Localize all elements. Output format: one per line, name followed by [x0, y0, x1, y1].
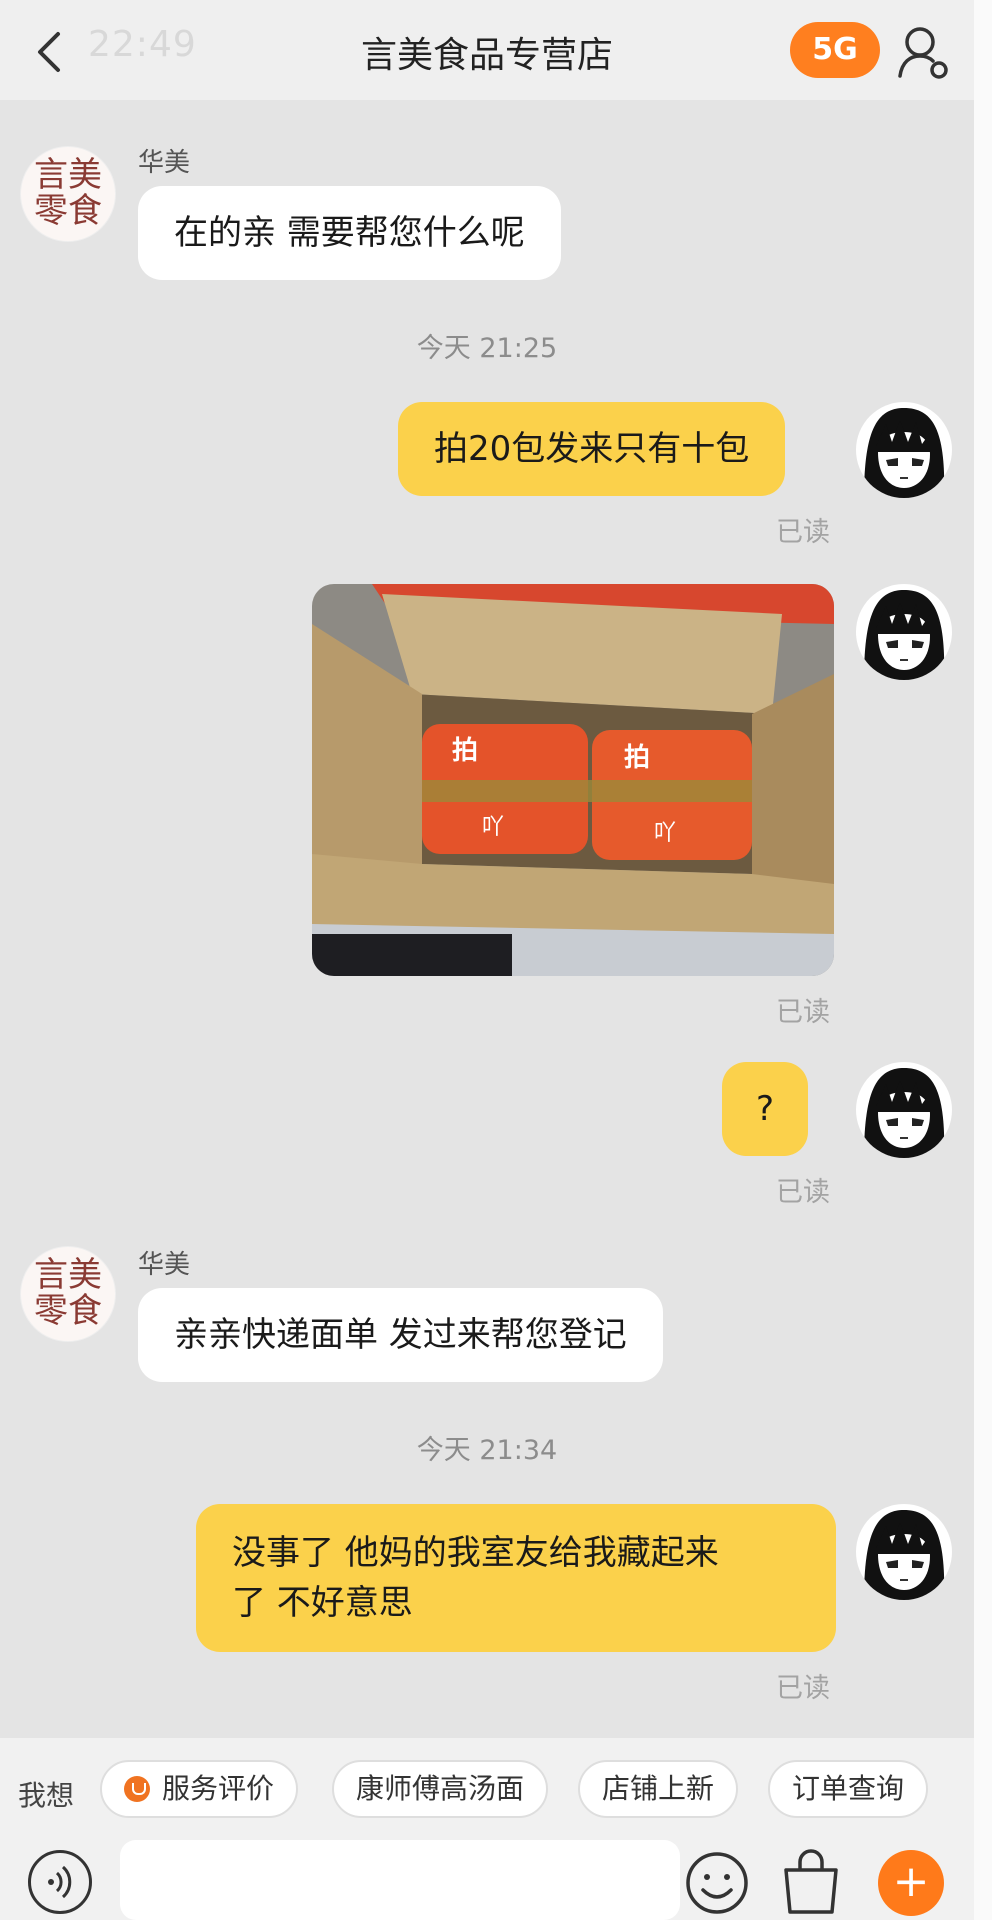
chip-label: 康师傅高汤面: [356, 1772, 525, 1805]
chip-label: 服务评价: [162, 1772, 275, 1805]
quick-reply-label: 我想: [18, 1779, 75, 1812]
read-status: 已读: [776, 997, 830, 1028]
package-photo-image: 拍 拍 吖 吖: [312, 584, 834, 976]
more-actions-button[interactable]: +: [878, 1850, 944, 1916]
message-input[interactable]: [120, 1840, 680, 1920]
quick-reply-order-query[interactable]: 订单查询: [768, 1760, 929, 1818]
message-bubble[interactable]: ?: [722, 1062, 809, 1156]
anime-avatar-icon: [864, 408, 945, 498]
shop-avatar-line2: 零食: [34, 1291, 102, 1331]
chip-label: 店铺上新: [602, 1772, 715, 1805]
shop-avatar-line1: 言美: [34, 1255, 102, 1295]
service-icon: [124, 1776, 150, 1802]
network-badge: 5G: [790, 22, 880, 78]
timestamp: 今天 21:34: [416, 1435, 558, 1466]
anime-avatar-icon: [864, 590, 945, 680]
quick-reply-product[interactable]: 康师傅高汤面: [332, 1760, 549, 1818]
svg-text:吖: 吖: [482, 815, 504, 840]
chip-label: 订单查询: [792, 1772, 905, 1805]
quick-reply-service-review[interactable]: 服务评价: [100, 1760, 299, 1818]
timestamp: 今天 21:25: [416, 333, 558, 364]
shared-photo[interactable]: 拍 拍 吖 吖: [312, 584, 834, 976]
message-bubble[interactable]: 没事了 他妈的我室友给我藏起来 了 不好意思: [196, 1504, 836, 1652]
shop-avatar[interactable]: 言美 零食: [20, 1246, 116, 1342]
user-avatar[interactable]: [856, 584, 952, 680]
shop-avatar-line1: 言美: [34, 155, 102, 195]
read-status: 已读: [776, 1177, 830, 1208]
sender-name: 华美: [138, 1250, 191, 1280]
chat-header: 22:49 言美食品专营店 5G: [0, 0, 974, 100]
message-line: 没事了 他妈的我室友给我藏起来: [232, 1533, 719, 1573]
message-bubble[interactable]: 拍20包发来只有十包: [398, 402, 786, 496]
shop-avatar-line2: 零食: [34, 191, 102, 231]
svg-text:拍: 拍: [624, 743, 650, 773]
sender-name: 华美: [138, 148, 191, 178]
anime-avatar-icon: [864, 1510, 945, 1600]
quick-reply-new-arrivals[interactable]: 店铺上新: [578, 1760, 739, 1818]
user-avatar[interactable]: [856, 1062, 952, 1158]
anime-avatar-icon: [864, 1068, 945, 1158]
message-bubble[interactable]: 亲亲快递面单 发过来帮您登记: [138, 1288, 663, 1382]
profile-settings-icon[interactable]: [896, 22, 950, 82]
emoji-icon[interactable]: [684, 1850, 750, 1916]
user-avatar[interactable]: [856, 402, 952, 498]
read-status: 已读: [776, 1673, 830, 1704]
voice-icon: [48, 1865, 72, 1899]
svg-text:吖: 吖: [654, 821, 676, 846]
screen-edge: [974, 0, 992, 1920]
message-line: 了 不好意思: [232, 1583, 413, 1623]
plus-icon: +: [892, 1856, 930, 1907]
shop-avatar[interactable]: 言美 零食: [20, 146, 116, 242]
user-avatar[interactable]: [856, 1504, 952, 1600]
shopping-bag-icon[interactable]: [778, 1846, 844, 1916]
read-status: 已读: [776, 517, 830, 548]
svg-text:拍: 拍: [452, 736, 478, 766]
message-bubble[interactable]: 在的亲 需要帮您什么呢: [138, 186, 561, 280]
voice-button[interactable]: [28, 1850, 92, 1914]
